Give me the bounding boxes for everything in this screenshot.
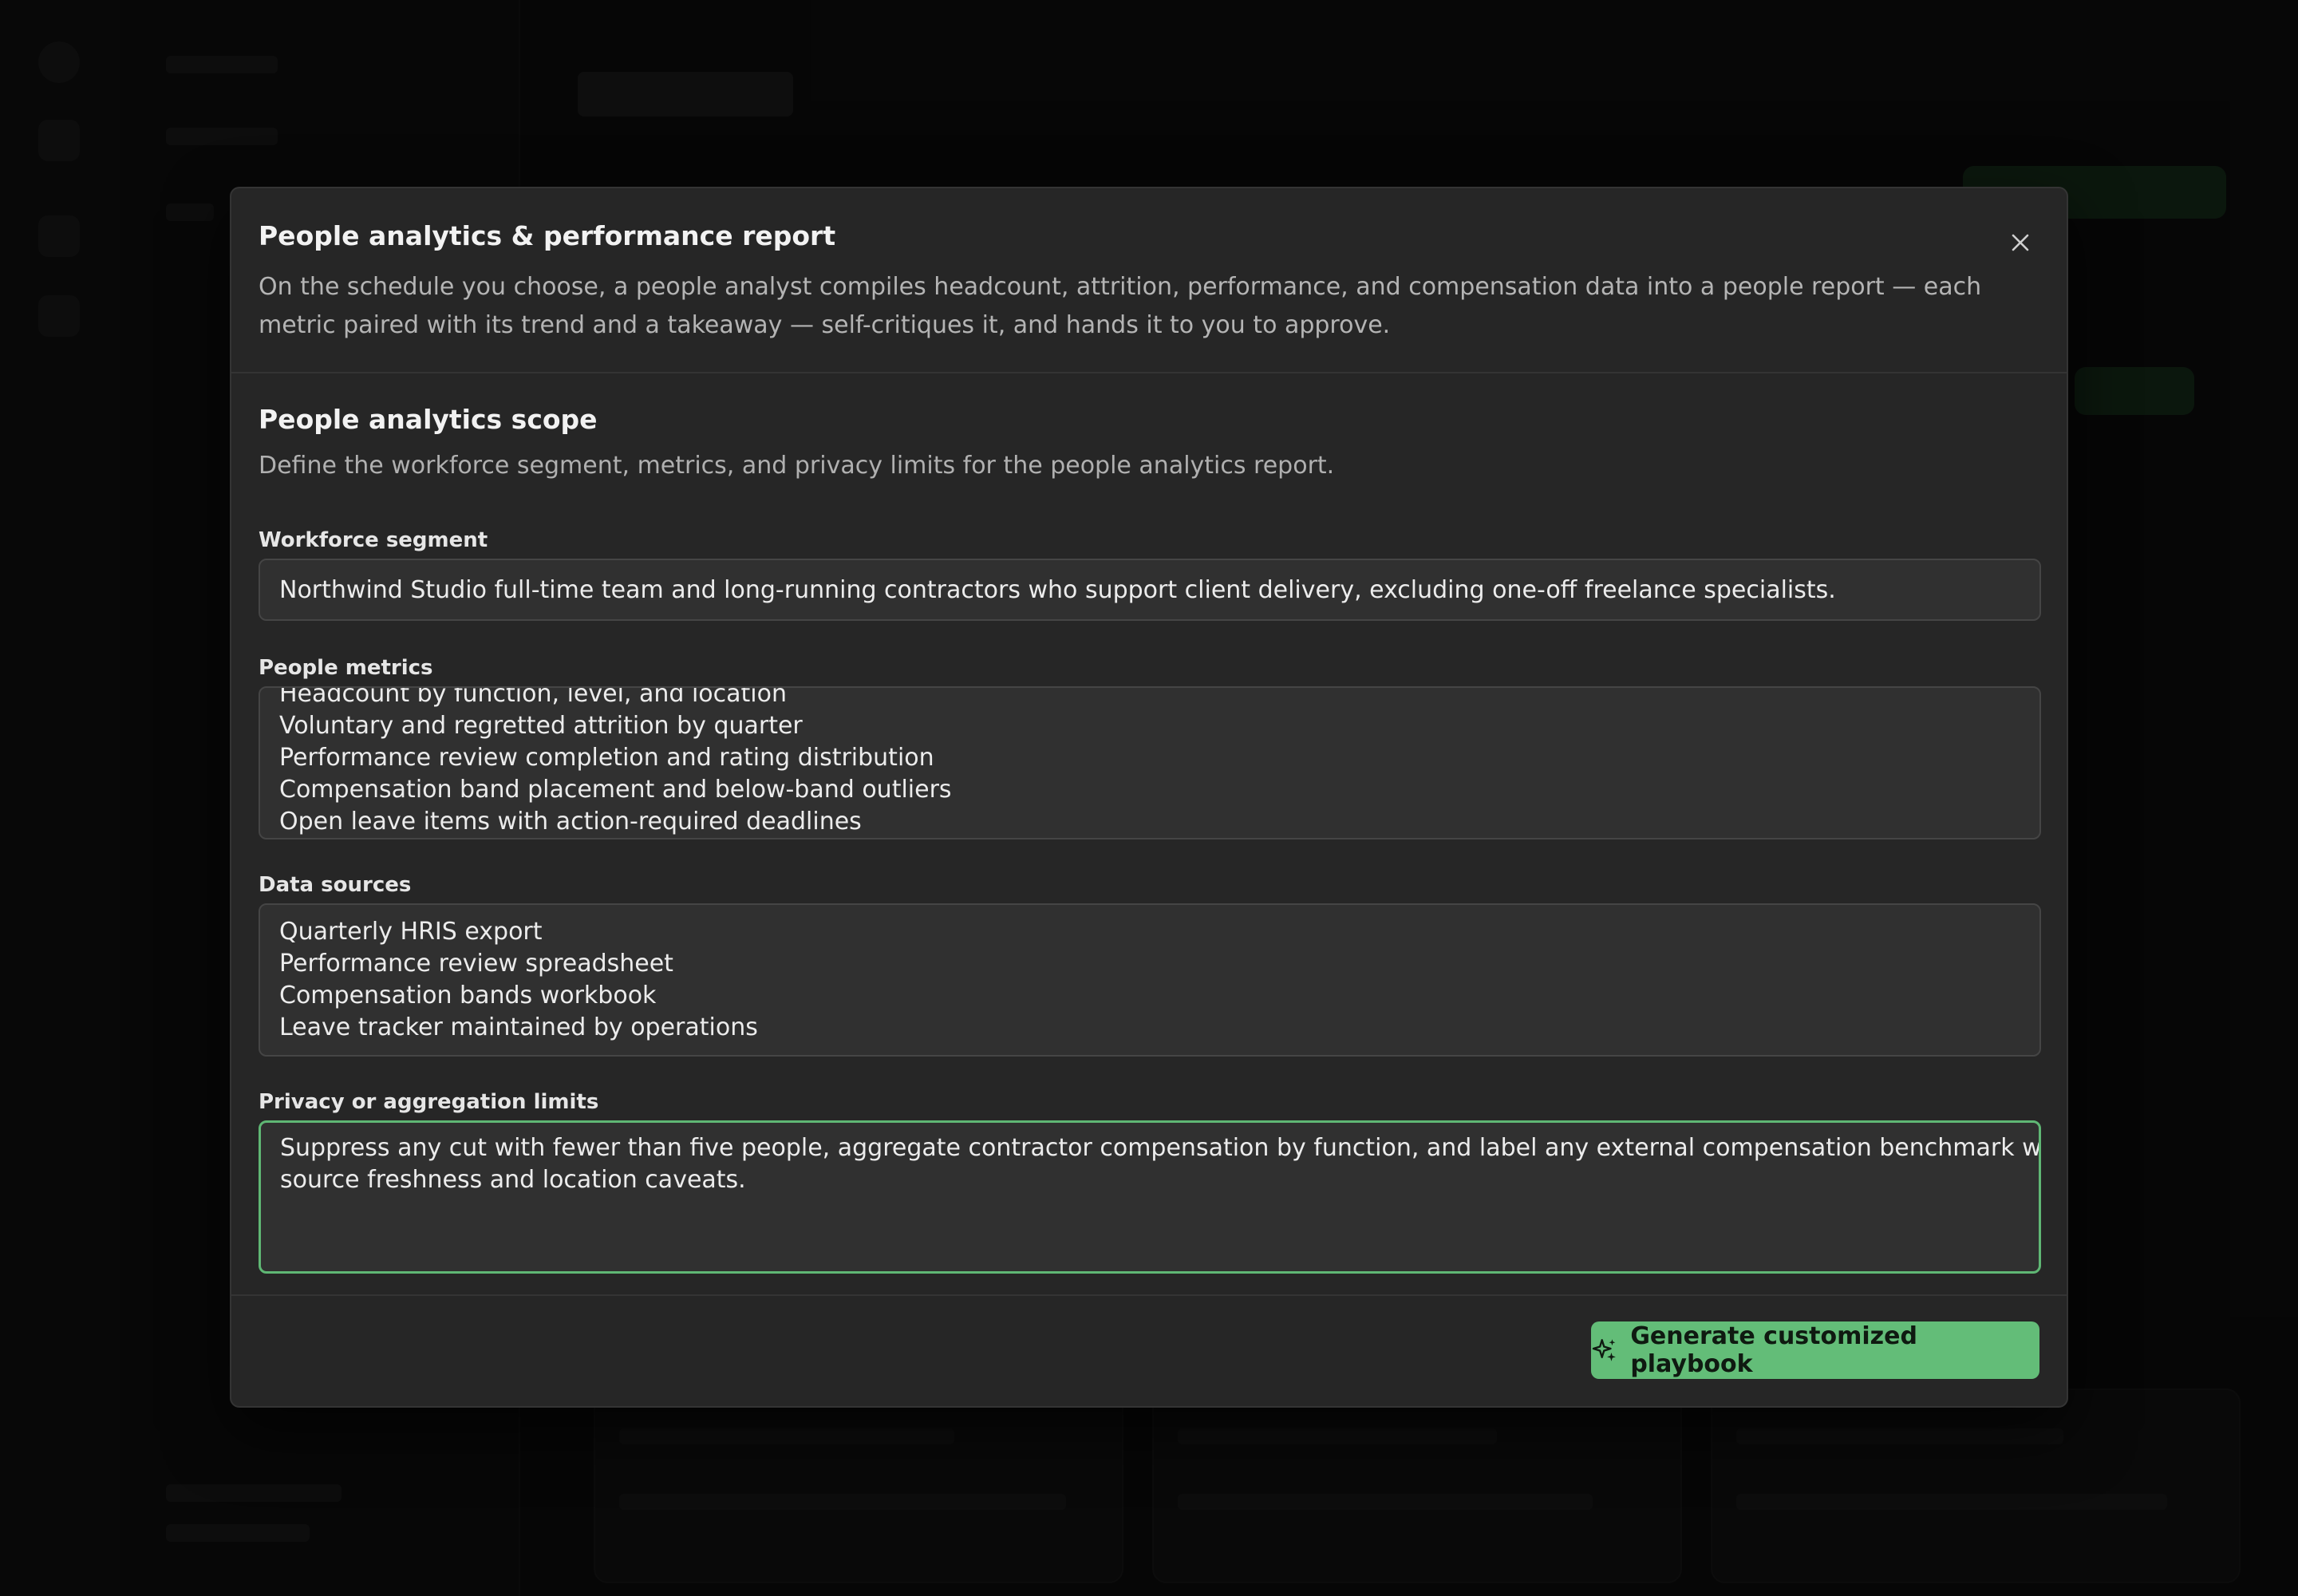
section-title: People analytics scope (259, 404, 598, 435)
workforce-segment-value: Northwind Studio full-time team and long… (279, 575, 1836, 604)
people-metrics-label: People metrics (259, 656, 433, 680)
close-icon (2012, 234, 2029, 251)
people-metrics-textarea[interactable]: Headcount by function, level, and locati… (259, 686, 2041, 839)
workforce-segment-input[interactable]: Northwind Studio full-time team and long… (259, 559, 2041, 621)
people-metrics-content: Headcount by function, level, and locati… (279, 686, 2020, 838)
people-metrics-line: Voluntary and regretted attrition by qua… (279, 712, 803, 740)
workforce-segment-label: Workforce segment (259, 528, 488, 552)
playbook-dialog: People analytics & performance report On… (230, 187, 2068, 1408)
data-sources-line: Performance review spreadsheet (279, 950, 673, 978)
dialog-description: On the schedule you choose, a people ana… (259, 273, 1982, 339)
privacy-limits-label: Privacy or aggregation limits (259, 1090, 599, 1114)
generate-playbook-button[interactable]: Generate customized playbook (1591, 1321, 2039, 1379)
privacy-limits-line: Suppress any cut with fewer than five pe… (280, 1134, 2041, 1162)
dialog-header: People analytics & performance report On… (231, 188, 2067, 373)
generate-playbook-label: Generate customized playbook (1630, 1322, 1917, 1378)
data-sources-content: Quarterly HRIS export Performance review… (279, 916, 2020, 1044)
people-metrics-line: Performance review completion and rating… (279, 744, 934, 772)
data-sources-line: Compensation bands workbook (279, 982, 657, 1009)
people-metrics-line: Headcount by function, level, and locati… (279, 686, 787, 708)
data-sources-textarea[interactable]: Quarterly HRIS export Performance review… (259, 903, 2041, 1057)
people-metrics-line: Compensation band placement and below-ba… (279, 776, 952, 804)
privacy-limits-content: Suppress any cut with fewer than five pe… (280, 1132, 2041, 1196)
data-sources-line: Quarterly HRIS export (279, 918, 543, 946)
dialog-footer: Generate customized playbook (231, 1294, 2067, 1406)
dialog-title: People analytics & performance report (259, 220, 836, 251)
data-sources-label: Data sources (259, 873, 412, 897)
sparkle-icon (1592, 1339, 1616, 1361)
section-description: Define the workforce segment, metrics, a… (259, 452, 1335, 480)
privacy-limits-line: source freshness and location caveats. (280, 1166, 746, 1194)
close-button[interactable] (2003, 225, 2038, 260)
data-sources-line: Leave tracker maintained by operations (279, 1013, 758, 1041)
people-metrics-line: Open leave items with action-required de… (279, 808, 862, 836)
privacy-limits-textarea[interactable]: Suppress any cut with fewer than five pe… (259, 1120, 2041, 1274)
